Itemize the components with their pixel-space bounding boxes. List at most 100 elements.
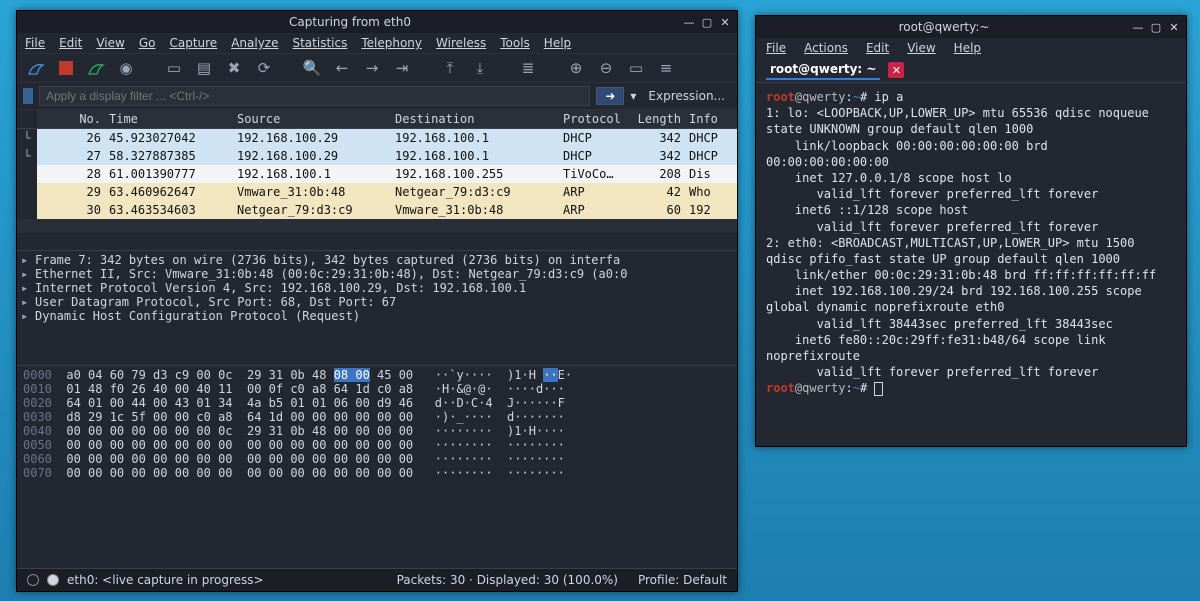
- titlebar[interactable]: root@qwerty:~ — ▢ ✕: [756, 16, 1186, 38]
- cell-no: 30: [37, 201, 105, 219]
- menu-help[interactable]: Help: [544, 36, 571, 50]
- zoom-in-icon[interactable]: ⊕: [565, 57, 587, 79]
- find-icon[interactable]: 🔍: [301, 57, 323, 79]
- last-icon[interactable]: ⤓: [469, 57, 491, 79]
- packet-row[interactable]: └2758.327887385192.168.100.29192.168.100…: [17, 147, 737, 165]
- apply-filter-icon[interactable]: ➜: [596, 87, 624, 105]
- next-icon[interactable]: →: [361, 57, 383, 79]
- menu-statistics[interactable]: Statistics: [292, 36, 347, 50]
- col-proto[interactable]: Protocol: [559, 110, 629, 128]
- close-file-icon[interactable]: ✖: [223, 57, 245, 79]
- reload-icon[interactable]: ⟳: [253, 57, 275, 79]
- autoscroll-icon[interactable]: ≣: [517, 57, 539, 79]
- col-len[interactable]: Length: [629, 110, 685, 128]
- prompt-sep: :: [845, 381, 852, 395]
- expand-icon[interactable]: ▸: [21, 295, 31, 309]
- maximize-icon[interactable]: ▢: [1150, 21, 1162, 33]
- expand-icon[interactable]: ▸: [21, 253, 31, 267]
- menu-telephony[interactable]: Telephony: [361, 36, 422, 50]
- menu-file[interactable]: File: [766, 41, 786, 55]
- jump-icon[interactable]: ⇥: [391, 57, 413, 79]
- status-profile[interactable]: Profile: Default: [638, 573, 727, 587]
- close-icon[interactable]: ✕: [1168, 21, 1180, 33]
- detail-row[interactable]: ▸Dynamic Host Configuration Protocol (Re…: [21, 309, 733, 323]
- first-icon[interactable]: ⤒: [439, 57, 461, 79]
- hex-row[interactable]: 0020 64 01 00 44 00 43 01 34 4a b5 01 01…: [23, 396, 731, 410]
- packet-bytes[interactable]: 0000 a0 04 60 79 d3 c9 00 0c 29 31 0b 48…: [17, 366, 737, 568]
- cell-time: 63.463534603: [105, 201, 233, 219]
- zoom-fit-icon[interactable]: ▭: [625, 57, 647, 79]
- cell-info: DHCP: [685, 129, 737, 147]
- detail-row[interactable]: ▸Ethernet II, Src: Vmware_31:0b:48 (00:0…: [21, 267, 733, 281]
- packet-row[interactable]: 2963.460962647Vmware_31:0b:48Netgear_79:…: [17, 183, 737, 201]
- hex-row[interactable]: 0060 00 00 00 00 00 00 00 00 00 00 00 00…: [23, 452, 731, 466]
- output-text: 1: lo: <LOOPBACK,UP,LOWER_UP> mtu 65536 …: [766, 106, 1156, 379]
- stop-icon[interactable]: [55, 57, 77, 79]
- detail-row[interactable]: ▸Frame 7: 342 bytes on wire (2736 bits),…: [21, 253, 733, 267]
- expression-button[interactable]: Expression...: [642, 89, 731, 103]
- packet-list[interactable]: No. Time Source Destination Protocol Len…: [17, 110, 737, 251]
- cell-len: 342: [629, 129, 685, 147]
- filter-bar: ➜ ▾ Expression...: [17, 83, 737, 110]
- hex-row[interactable]: 0010 01 48 f0 26 40 00 40 11 00 0f c0 a8…: [23, 382, 731, 396]
- menu-wireless[interactable]: Wireless: [436, 36, 486, 50]
- expert-icon[interactable]: [27, 574, 39, 586]
- maximize-icon[interactable]: ▢: [701, 16, 713, 28]
- filter-input[interactable]: [39, 86, 590, 106]
- hex-row[interactable]: 0000 a0 04 60 79 d3 c9 00 0c 29 31 0b 48…: [23, 368, 731, 382]
- expand-icon[interactable]: ▸: [21, 309, 31, 323]
- detail-row[interactable]: ▸User Datagram Protocol, Src Port: 68, D…: [21, 295, 733, 309]
- titlebar[interactable]: Capturing from eth0 — ▢ ✕: [17, 11, 737, 33]
- hex-row[interactable]: 0050 00 00 00 00 00 00 00 00 00 00 00 00…: [23, 438, 731, 452]
- save-icon[interactable]: ▤: [193, 57, 215, 79]
- close-icon[interactable]: ✕: [719, 16, 731, 28]
- packet-details[interactable]: ▸Frame 7: 342 bytes on wire (2736 bits),…: [17, 251, 737, 366]
- col-src[interactable]: Source: [233, 110, 391, 128]
- menu-edit[interactable]: Edit: [866, 41, 889, 55]
- menu-view[interactable]: View: [96, 36, 124, 50]
- open-icon[interactable]: ▭: [163, 57, 185, 79]
- restart-icon[interactable]: [85, 57, 107, 79]
- menubar: File Actions Edit View Help: [756, 38, 1186, 58]
- menu-capture[interactable]: Capture: [169, 36, 217, 50]
- packet-row[interactable]: 3063.463534603Netgear_79:d3:c9Vmware_31:…: [17, 201, 737, 219]
- packet-row[interactable]: └2645.923027042192.168.100.29192.168.100…: [17, 129, 737, 147]
- terminal-body[interactable]: root@qwerty:~# ip a 1: lo: <LOOPBACK,UP,…: [756, 83, 1186, 446]
- expand-icon[interactable]: ▸: [21, 281, 31, 295]
- menu-file[interactable]: File: [25, 36, 45, 50]
- packet-row[interactable]: 2861.001390777192.168.100.1192.168.100.2…: [17, 165, 737, 183]
- menu-actions[interactable]: Actions: [804, 41, 848, 55]
- col-info[interactable]: Info: [685, 110, 737, 128]
- tab-current[interactable]: root@qwerty: ~: [766, 60, 880, 80]
- zoom-out-icon[interactable]: ⊖: [595, 57, 617, 79]
- tab-close-icon[interactable]: ✕: [888, 62, 904, 78]
- menu-help[interactable]: Help: [954, 41, 981, 55]
- bookmark-icon[interactable]: [23, 88, 33, 104]
- menu-view[interactable]: View: [907, 41, 935, 55]
- minimize-icon[interactable]: —: [683, 16, 695, 28]
- fin-icon[interactable]: [25, 57, 47, 79]
- minimize-icon[interactable]: —: [1132, 21, 1144, 33]
- detail-row[interactable]: ▸Internet Protocol Version 4, Src: 192.1…: [21, 281, 733, 295]
- col-dst[interactable]: Destination: [391, 110, 559, 128]
- hex-row[interactable]: 0070 00 00 00 00 00 00 00 00 00 00 00 00…: [23, 466, 731, 480]
- menu-edit[interactable]: Edit: [59, 36, 82, 50]
- menu-go[interactable]: Go: [139, 36, 156, 50]
- menu-analyze[interactable]: Analyze: [231, 36, 278, 50]
- packet-scrollbar[interactable]: [17, 219, 737, 233]
- cell-proto: DHCP: [559, 129, 629, 147]
- hex-row[interactable]: 0030 d8 29 1c 5f 00 00 c0 a8 64 1d 00 00…: [23, 410, 731, 424]
- cell-time: 63.460962647: [105, 183, 233, 201]
- prev-icon[interactable]: ←: [331, 57, 353, 79]
- menu-tools[interactable]: Tools: [500, 36, 530, 50]
- expand-icon[interactable]: ▸: [21, 267, 31, 281]
- col-no[interactable]: No.: [37, 110, 105, 128]
- resize-cols-icon[interactable]: ≡: [655, 57, 677, 79]
- prompt-dir: ~: [853, 90, 860, 104]
- prompt-end: #: [860, 381, 874, 395]
- filter-dropdown-icon[interactable]: ▾: [630, 89, 636, 103]
- options-icon[interactable]: ◉: [115, 57, 137, 79]
- capture-icon[interactable]: [47, 574, 59, 586]
- hex-row[interactable]: 0040 00 00 00 00 00 00 00 0c 29 31 0b 48…: [23, 424, 731, 438]
- col-time[interactable]: Time: [105, 110, 233, 128]
